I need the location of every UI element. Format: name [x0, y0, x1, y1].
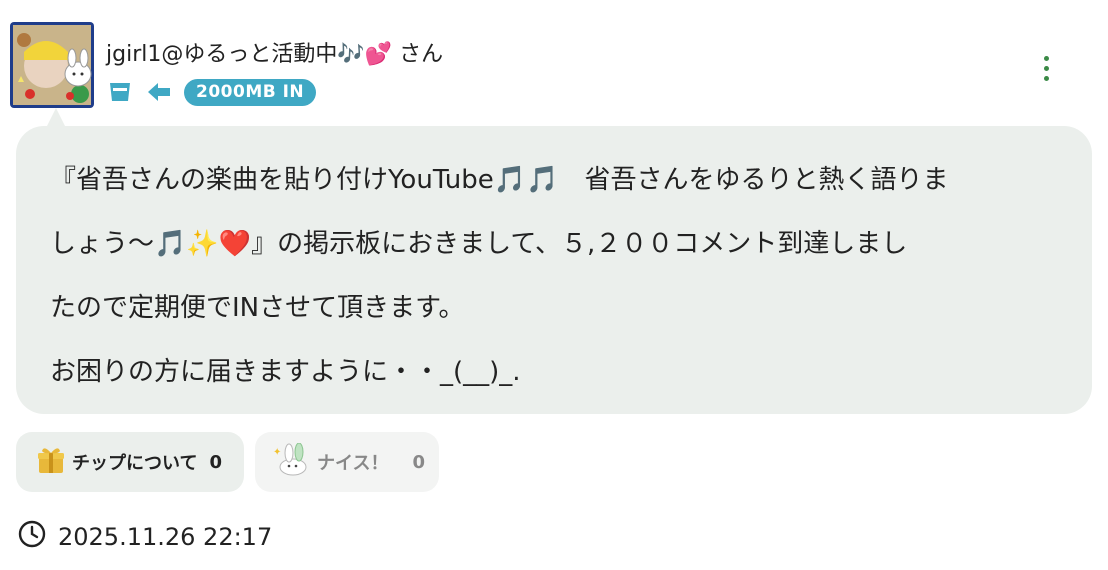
bubble-tail [46, 108, 66, 128]
bunny-icon: ✦ [273, 442, 311, 482]
arrow-left-icon [146, 79, 172, 105]
post-text-line: たので定期便でINさせて頂きます。 [50, 293, 465, 323]
post-text-line: お困りの方に届きますように・・_(__)_. [50, 357, 521, 387]
user-meta-row: 2000MB IN [106, 78, 317, 106]
svg-text:✦: ✦ [273, 447, 281, 458]
timestamp-text: 2025.11.26 22:17 [58, 523, 273, 551]
nice-label: ナイス！ [317, 453, 389, 474]
user-avatar[interactable] [10, 22, 94, 108]
more-vertical-icon[interactable] [1034, 52, 1058, 84]
nice-count: 0 [412, 451, 425, 473]
post-text-segment: 』の掲示板におきまして、５,２００コメント到達しまし [251, 229, 908, 259]
clock-icon [18, 520, 46, 554]
post-body: 『省吾さんの楽曲を貼り付けYouTube🎵🎵 省吾さんをゆるりと熱く語りま しょ… [16, 126, 1092, 414]
post-text-line: しょう〜🎵✨❤️』の掲示板におきまして、５,２００コメント到達しまし [50, 212, 1062, 276]
post-timestamp: 2025.11.26 22:17 [18, 520, 272, 554]
gift-icon [36, 445, 66, 480]
post-text-line: 『省吾さんの楽曲を貼り付けYouTube🎵🎵 省吾さんをゆるりと熱く語りま [50, 165, 949, 195]
tip-button[interactable]: チップについて 0 [16, 432, 244, 492]
nice-button[interactable]: ✦ ナイス！ 0 [255, 432, 439, 492]
username[interactable]: jgirl1@ゆるっと活動中🎶💕 さん [106, 36, 443, 68]
heart-emoji: ❤️ [218, 229, 252, 259]
tip-count: 0 [209, 451, 222, 473]
cup-icon [106, 79, 134, 105]
post-text-segment: しょう〜🎵✨ [50, 229, 219, 259]
tip-label: チップについて [72, 453, 198, 474]
mb-badge: 2000MB IN [184, 78, 317, 106]
